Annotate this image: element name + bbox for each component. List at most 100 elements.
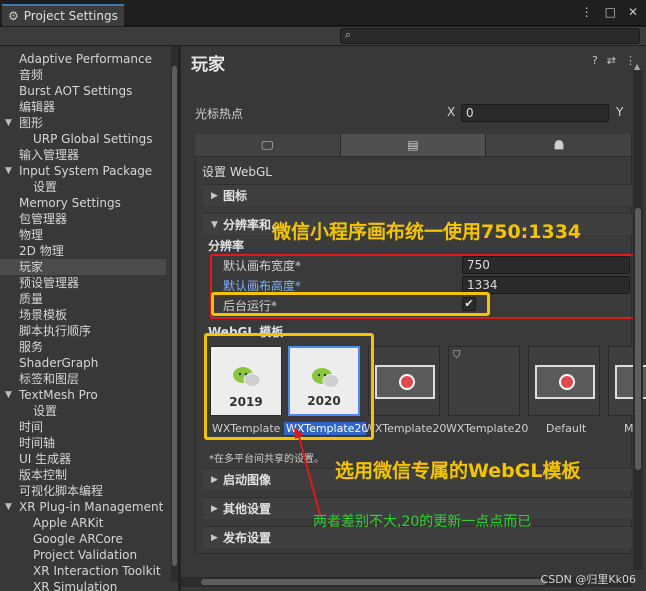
tab-standalone[interactable]: 🖵 bbox=[195, 134, 341, 156]
sidebar-item[interactable]: Memory Settings bbox=[0, 195, 166, 211]
sidebar-item-label: 时间 bbox=[19, 420, 44, 434]
monitor-icon: 🖵 bbox=[261, 137, 274, 152]
chevron-down-icon[interactable]: ▼ bbox=[5, 387, 12, 403]
sidebar-item[interactable]: ▼ 图形 bbox=[0, 115, 166, 131]
sidebar-item[interactable]: 音频 bbox=[0, 67, 166, 83]
sidebar-item-label: 编辑器 bbox=[19, 100, 56, 114]
chevron-down-icon[interactable]: ▼ bbox=[5, 115, 12, 131]
close-icon[interactable]: ✕ bbox=[628, 5, 638, 19]
template-name: Default bbox=[546, 422, 587, 435]
sidebar-item-label: 输入管理器 bbox=[19, 148, 80, 162]
sidebar-item[interactable]: 服务 bbox=[0, 339, 166, 355]
search-input[interactable]: ⌕ bbox=[340, 28, 640, 44]
sidebar-item-label: ShaderGraph bbox=[19, 356, 99, 370]
sidebar-item[interactable]: 版本控制 bbox=[0, 467, 166, 483]
chevron-right-icon: ▶ bbox=[211, 475, 218, 485]
window-controls: ⋮ □ ✕ bbox=[581, 5, 638, 19]
chevron-down-icon[interactable]: ▼ bbox=[5, 499, 12, 515]
template-name: WXTemplate2022 bbox=[364, 422, 446, 435]
sidebar-item[interactable]: UI 生成器 bbox=[0, 451, 166, 467]
sidebar-item-label: 预设管理器 bbox=[19, 276, 80, 290]
sidebar-item[interactable]: 场景模板 bbox=[0, 307, 166, 323]
sidebar-item-label: 可视化脚本编程 bbox=[19, 484, 104, 498]
project-settings-tab[interactable]: ⚙ Project Settings bbox=[2, 4, 124, 26]
tab-webgl[interactable]: ▤ bbox=[340, 134, 487, 156]
sidebar-item[interactable]: 物理 bbox=[0, 227, 166, 243]
section-icon[interactable]: ▶ 图标 bbox=[203, 184, 632, 206]
gear-icon: ⚙ bbox=[8, 9, 19, 23]
sidebar-item[interactable]: 预设管理器 bbox=[0, 275, 166, 291]
sidebar-item-label: 服务 bbox=[19, 340, 44, 354]
yellow-highlight-box-templates bbox=[204, 333, 374, 440]
sidebar-item-label: Input System Package bbox=[19, 164, 153, 178]
template-preview bbox=[535, 365, 595, 399]
sidebar-item-label: 场景模板 bbox=[19, 308, 68, 322]
sidebar-item-label: 时间轴 bbox=[19, 436, 56, 450]
help-icon[interactable]: ? bbox=[592, 54, 598, 67]
sidebar-item[interactable]: 标签和图层 bbox=[0, 371, 166, 387]
hotspot-x-label: X bbox=[447, 105, 456, 119]
sidebar-scrollbar[interactable] bbox=[171, 46, 178, 581]
chevron-right-icon: ▶ bbox=[211, 504, 218, 514]
cursor-hotspot-label: 光标热点 bbox=[195, 107, 244, 121]
page-title: 玩家 bbox=[191, 55, 225, 75]
sidebar-item-label: XR Plug-in Management bbox=[19, 500, 164, 514]
title-bar: ⚙ Project Settings ⋮ □ ✕ bbox=[0, 0, 646, 26]
sidebar-item[interactable]: ▼ XR Plug-in Management bbox=[0, 499, 166, 515]
chevron-right-icon: ▶ bbox=[211, 191, 218, 201]
sidebar-item[interactable]: Apple ARKit bbox=[0, 515, 166, 531]
sidebar-item[interactable]: Google ARCore bbox=[0, 531, 166, 547]
sidebar-item[interactable]: Burst AOT Settings bbox=[0, 83, 166, 99]
resolution-sub-label: 分辨率 bbox=[208, 239, 245, 253]
sidebar-item[interactable]: 编辑器 bbox=[0, 99, 166, 115]
sidebar-item[interactable]: Adaptive Performance bbox=[0, 51, 166, 67]
sidebar-item[interactable]: ▼ Input System Package bbox=[0, 163, 166, 179]
sidebar-item[interactable]: 设置 bbox=[0, 403, 166, 419]
sidebar-item-label: 质量 bbox=[19, 292, 44, 306]
sidebar-item[interactable]: 时间 bbox=[0, 419, 166, 435]
template-name: WXTemplate2022 bbox=[446, 422, 528, 435]
sidebar-item[interactable]: Project Validation bbox=[0, 547, 166, 563]
sidebar-item[interactable]: ▼ TextMesh Pro bbox=[0, 387, 166, 403]
sidebar-item[interactable]: 设置 bbox=[0, 179, 166, 195]
template-wx2022a[interactable] bbox=[368, 346, 440, 416]
annotation-diff: 两者差别不大,20的更新一点点而已 bbox=[313, 514, 532, 530]
tab-android[interactable] bbox=[486, 134, 633, 156]
red-arrow bbox=[294, 427, 321, 516]
sidebar-item[interactable]: 2D 物理 bbox=[0, 243, 166, 259]
section-publish-label: 发布设置 bbox=[223, 531, 272, 545]
search-icon: ⌕ bbox=[345, 28, 352, 41]
main-scrollbar[interactable]: ▲ bbox=[633, 62, 643, 570]
sidebar-item[interactable]: URP Global Settings bbox=[0, 131, 166, 147]
sidebar-item[interactable]: 时间轴 bbox=[0, 435, 166, 451]
preset-icon[interactable]: ⇄ bbox=[607, 54, 616, 67]
sidebar-item-label: Project Validation bbox=[33, 548, 138, 562]
tab-title: Project Settings bbox=[23, 9, 118, 23]
template-preview bbox=[375, 365, 435, 399]
sidebar-item[interactable]: XR Simulation bbox=[0, 579, 166, 591]
sidebar-item[interactable]: 玩家 bbox=[0, 259, 166, 275]
unity-logo-icon bbox=[559, 374, 575, 390]
sidebar-item[interactable]: 输入管理器 bbox=[0, 147, 166, 163]
sidebar-item[interactable]: 脚本执行顺序 bbox=[0, 323, 166, 339]
hotspot-y-label: Y bbox=[616, 105, 624, 119]
chevron-down-icon[interactable]: ▼ bbox=[5, 163, 12, 179]
sidebar-item[interactable]: XR Interaction Toolkit bbox=[0, 563, 166, 579]
sidebar-item-label: 设置 bbox=[33, 180, 58, 194]
more-options-icon[interactable]: ⋮ bbox=[581, 5, 593, 19]
template-default[interactable] bbox=[528, 346, 600, 416]
sidebar-item-label: 设置 bbox=[33, 404, 58, 418]
maximize-icon[interactable]: □ bbox=[605, 5, 616, 19]
webgl-icon: ▤ bbox=[407, 138, 419, 152]
sidebar-item[interactable]: ShaderGraph bbox=[0, 355, 166, 371]
template-wx2022b[interactable]: ⛉ bbox=[448, 346, 520, 416]
sidebar-item[interactable]: 包管理器 bbox=[0, 211, 166, 227]
android-icon bbox=[554, 140, 564, 150]
sidebar-item-label: XR Interaction Toolkit bbox=[33, 564, 161, 578]
hotspot-x-input[interactable]: 0 bbox=[461, 104, 609, 122]
sidebar-item[interactable]: 质量 bbox=[0, 291, 166, 307]
sidebar-item[interactable]: 可视化脚本编程 bbox=[0, 483, 166, 499]
sidebar-item-label: 玩家 bbox=[19, 260, 44, 274]
scroll-up-icon[interactable]: ▲ bbox=[634, 62, 640, 71]
sidebar-item-label: Burst AOT Settings bbox=[19, 84, 133, 98]
